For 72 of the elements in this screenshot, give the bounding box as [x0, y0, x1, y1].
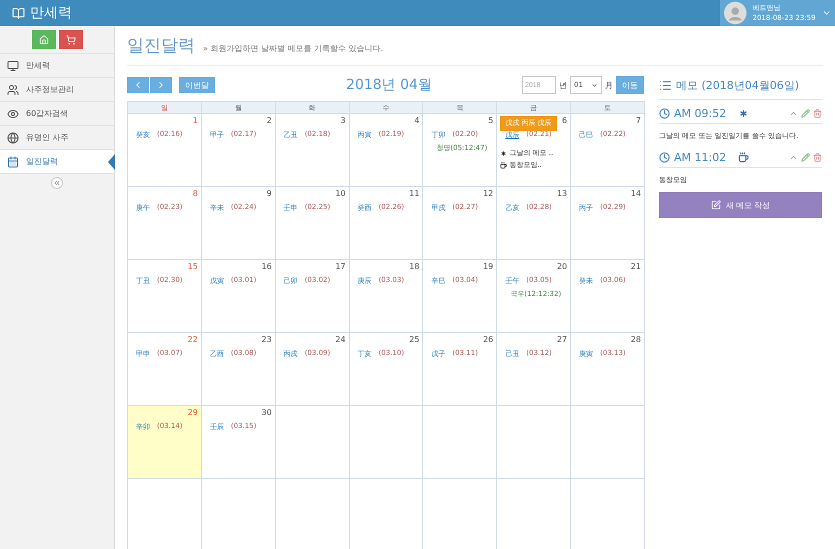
month-title: 2018년 04월 — [345, 76, 432, 94]
year-unit: 년 — [559, 80, 567, 90]
cup-icon — [738, 152, 750, 163]
memo-time: AM 09:52 — [674, 107, 726, 120]
day-number: 26 — [483, 335, 494, 344]
edit-icon — [710, 200, 721, 210]
clock-icon — [659, 152, 670, 163]
day-number: 12 — [483, 189, 494, 198]
asterisk-icon — [500, 150, 508, 156]
memo-time: AM 11:02 — [674, 151, 726, 164]
new-memo-button[interactable]: 새 메모 작성 — [659, 192, 822, 218]
book-icon — [12, 6, 25, 20]
eye-icon — [7, 108, 19, 120]
delete-button[interactable] — [813, 153, 822, 162]
day-number: 3 — [340, 116, 346, 125]
page-title: 일진달력 — [127, 35, 195, 57]
day-number: 8 — [192, 189, 198, 198]
collapse-button[interactable] — [51, 177, 63, 189]
day-number: 5 — [488, 116, 494, 125]
asterisk-icon — [738, 108, 750, 119]
month-unit: 月 — [605, 80, 613, 90]
users-icon — [7, 84, 19, 96]
home-icon — [38, 34, 48, 44]
day-number: 20 — [556, 262, 568, 271]
cup-icon — [500, 162, 508, 168]
caret-icon — [591, 82, 598, 88]
memo-title: 메모 (2018년04월06일) — [676, 78, 800, 93]
day-number: 2 — [266, 116, 272, 125]
double-chevron-icon — [53, 179, 61, 187]
up-button[interactable] — [789, 109, 798, 118]
globe-icon — [7, 132, 19, 144]
day-number: 6 — [562, 116, 568, 125]
day-number: 7 — [636, 116, 641, 125]
day-number: 30 — [262, 408, 272, 417]
day-number: 4 — [414, 116, 420, 125]
day-number: 15 — [188, 262, 198, 271]
app-title: 만세력 — [30, 4, 72, 22]
day-number: 17 — [335, 262, 346, 271]
cart-icon — [66, 34, 76, 44]
day-number: 11 — [409, 189, 420, 198]
day-number: 13 — [556, 189, 568, 198]
cart-button[interactable] — [58, 30, 82, 49]
day-number: 24 — [335, 335, 346, 344]
day-number: 1 — [192, 116, 198, 125]
day-number: 25 — [409, 335, 420, 344]
day-number: 28 — [630, 335, 641, 344]
day-number: 9 — [266, 189, 272, 198]
clock-icon — [659, 108, 670, 119]
this-month-button[interactable]: 이번달 — [179, 77, 215, 93]
home-button[interactable] — [32, 30, 56, 49]
active-pointer-icon — [108, 154, 115, 170]
calendar-icon — [7, 156, 19, 168]
monitor-icon — [7, 60, 19, 72]
day-number: 27 — [556, 335, 568, 344]
edit-button[interactable] — [801, 109, 810, 118]
edit-button[interactable] — [801, 153, 810, 162]
day-number: 22 — [188, 335, 198, 344]
day-number: 19 — [483, 262, 494, 271]
avatar-icon — [724, 1, 747, 25]
sidebar-item[interactable]: 일진달력 — [0, 150, 114, 174]
day-number: 14 — [630, 189, 641, 198]
up-button[interactable] — [789, 153, 798, 162]
go-button[interactable]: 이동 — [616, 76, 644, 94]
day-number: 18 — [409, 262, 420, 271]
day-number: 21 — [630, 262, 641, 271]
day-number: 23 — [262, 335, 272, 344]
day-number: 16 — [262, 262, 272, 271]
delete-button[interactable] — [813, 109, 822, 118]
day-number: 10 — [335, 189, 346, 198]
day-number: 29 — [188, 408, 198, 417]
list-icon — [659, 79, 672, 92]
page-subtitle: » 회원가입하면 날짜별 메모를 기록할수 있습니다. — [203, 43, 384, 54]
